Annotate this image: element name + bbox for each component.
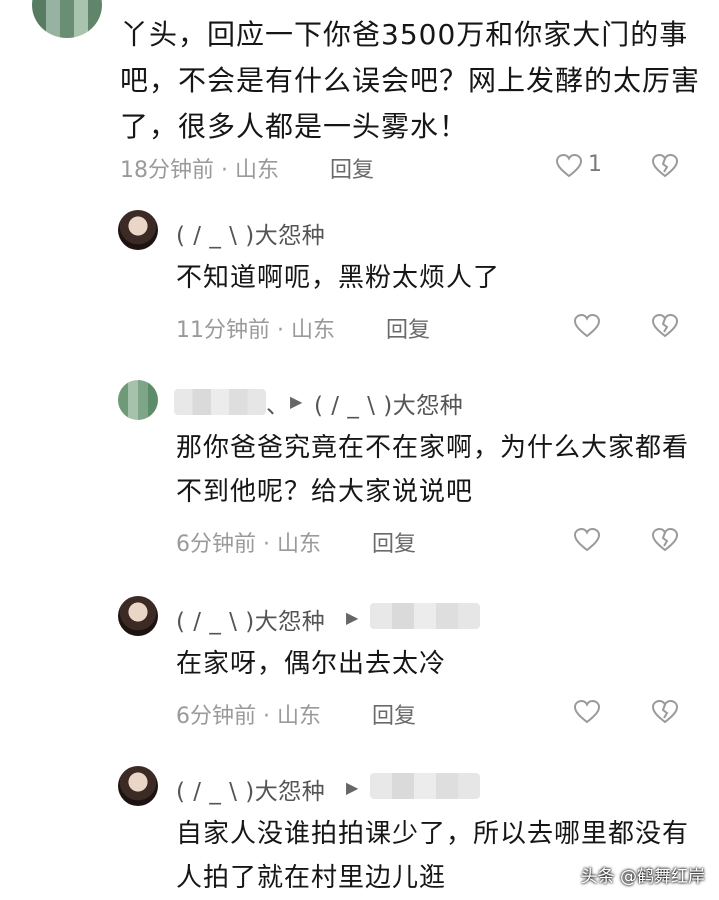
reply-button[interactable]: 回复: [372, 698, 416, 730]
reply-to-username[interactable]: ( / _ \ )大怨种: [314, 386, 463, 420]
watermark: 头条 @鹤舞红岸: [580, 867, 705, 887]
blurred-username: [370, 603, 480, 629]
reply-username[interactable]: ( / _ \ )大怨种: [176, 216, 325, 250]
broken-heart-icon[interactable]: [652, 528, 678, 552]
reply-button[interactable]: 回复: [386, 312, 430, 344]
reply-avatar[interactable]: [118, 766, 158, 806]
broken-heart-icon[interactable]: [652, 154, 678, 178]
heart-outline-icon[interactable]: [574, 528, 600, 552]
play-triangle-icon: ▶: [290, 392, 303, 411]
reply-button[interactable]: 回复: [372, 526, 416, 558]
reply-avatar[interactable]: [118, 380, 158, 420]
play-triangle-icon: ▶: [346, 778, 359, 797]
broken-heart-icon[interactable]: [652, 700, 678, 724]
reply-username[interactable]: ( / _ \ )大怨种: [176, 602, 325, 636]
reply-avatar[interactable]: [118, 596, 158, 636]
reply-text: 那你爸爸究竟在不在家啊，为什么大家都看不到他呢？给大家说说吧: [176, 433, 690, 507]
reply-username[interactable]: 、: [266, 386, 290, 420]
main-comment-text: 丫头，回应一下你爸3500万和你家大门的事吧，不会是有什么误会吧？网上发酵的太厉…: [120, 18, 701, 143]
main-comment-meta: 18分钟前 · 山东: [120, 158, 279, 183]
heart-outline-icon[interactable]: [574, 314, 600, 338]
reply-meta: 6分钟前 · 山东: [176, 704, 321, 729]
reply-username[interactable]: ( / _ \ )大怨种: [176, 772, 325, 806]
reply-meta: 11分钟前 · 山东: [176, 318, 335, 343]
reply-avatar[interactable]: [118, 210, 158, 250]
blurred-username: [174, 389, 266, 415]
blurred-username: [370, 773, 480, 799]
reply-meta: 6分钟前 · 山东: [176, 532, 321, 557]
reply-text: 不知道啊呃，黑粉太烦人了: [176, 263, 501, 293]
reply-text: 在家呀，偶尔出去太冷: [176, 649, 447, 679]
reply-button[interactable]: 回复: [330, 152, 374, 184]
commenter-avatar[interactable]: [32, 0, 102, 38]
play-triangle-icon: ▶: [346, 608, 359, 627]
broken-heart-icon[interactable]: [652, 314, 678, 338]
heart-outline-icon[interactable]: [556, 154, 582, 178]
like-count: 1: [588, 152, 602, 177]
heart-outline-icon[interactable]: [574, 700, 600, 724]
